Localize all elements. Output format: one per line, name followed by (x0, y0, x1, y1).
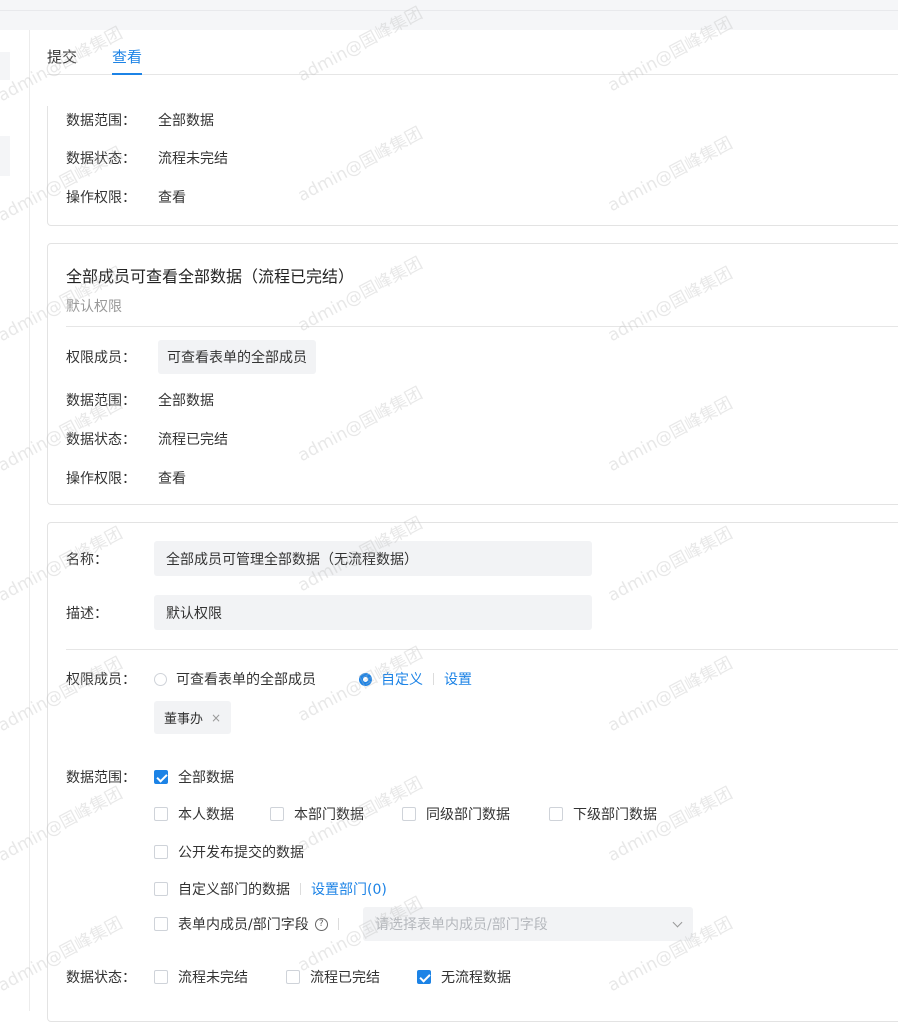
left-panel-item[interactable] (0, 136, 10, 176)
scope-self-checkbox[interactable]: 本人数据 (154, 804, 234, 824)
checkbox-icon (286, 970, 300, 984)
field-value: 流程未完结 (158, 151, 228, 167)
select-placeholder: 请选择表单内成员/部门字段 (375, 917, 548, 933)
scope-field-checkbox[interactable]: 表单内成员/部门字段 ? (154, 914, 349, 934)
field-label: 操作权限： (66, 471, 136, 487)
checkbox-icon (549, 807, 563, 821)
members-set-link[interactable]: 设置 (444, 669, 472, 689)
members-chip: 可查看表单的全部成员 (158, 340, 316, 374)
radio-icon (154, 672, 167, 686)
status-finished-checkbox[interactable]: 流程已完结 (286, 967, 380, 987)
card-divider (66, 649, 898, 650)
field-label: 名称： (66, 552, 108, 568)
chevron-down-icon (672, 917, 683, 927)
top-divider (0, 10, 898, 11)
scope-label-row: 数据范围： (66, 767, 158, 787)
desc-label-row: 描述： (66, 603, 158, 623)
card-subtitle: 默认权限 (66, 299, 122, 315)
radio-label: 可查看表单的全部成员 (176, 672, 316, 688)
name-label-row: 名称： (66, 549, 158, 569)
members-radio-custom[interactable]: 自定义 设置 (359, 669, 472, 689)
checkbox-label: 公开发布提交的数据 (178, 845, 304, 861)
scope-peer-checkbox[interactable]: 同级部门数据 (402, 804, 510, 824)
members-radio-all[interactable]: 可查看表单的全部成员 (154, 669, 316, 689)
separator (337, 918, 339, 930)
field-label: 描述： (66, 606, 108, 622)
field-label: 数据范围： (66, 113, 136, 129)
field-label: 数据状态： (66, 151, 136, 167)
checkbox-icon (154, 807, 168, 821)
left-panel-item[interactable] (0, 52, 10, 80)
permission-card-view-finished: 全部成员可查看全部数据（流程已完结） 默认权限 权限成员： 可查看表单的全部成员… (47, 243, 898, 505)
field-label: 数据状态： (66, 970, 136, 986)
tab-bar: 提交 查看 (47, 30, 898, 75)
checkbox-icon (154, 845, 168, 859)
left-panel (0, 30, 30, 1011)
scope-dept-checkbox[interactable]: 本部门数据 (270, 804, 364, 824)
checkbox-label: 同级部门数据 (426, 807, 510, 823)
scope-sub-checkbox[interactable]: 下级部门数据 (549, 804, 657, 824)
status-unfinished-checkbox[interactable]: 流程未完结 (154, 967, 248, 987)
field-value: 全部数据 (158, 393, 214, 409)
radio-label: 自定义 (381, 672, 423, 688)
checkbox-icon (402, 807, 416, 821)
card-title: 全部成员可查看全部数据（流程已完结） (66, 267, 355, 286)
card-divider (66, 326, 898, 327)
permission-card-view-unfinished: 数据范围： 全部数据 数据状态： 流程未完结 操作权限： 查看 (47, 106, 898, 226)
operation-row: 操作权限： 查看 (66, 468, 186, 488)
tab-submit[interactable]: 提交 (47, 46, 77, 73)
permission-card-edit: 名称： 全部成员可管理全部数据（无流程数据） 描述： 默认权限 权限成员： 可查… (47, 522, 898, 1022)
top-strip (0, 0, 898, 30)
status-label-row: 数据状态： (66, 967, 158, 987)
field-label: 数据状态： (66, 432, 136, 448)
checkbox-label: 无流程数据 (441, 970, 511, 986)
scope-row: 数据范围： 全部数据 (66, 390, 214, 410)
scope-all-checkbox[interactable]: 全部数据 (154, 767, 234, 787)
checkbox-icon (154, 882, 168, 896)
members-label-row: 权限成员： (66, 669, 158, 689)
checkbox-label: 本部门数据 (294, 807, 364, 823)
field-label: 操作权限： (66, 190, 136, 206)
checkbox-icon (154, 970, 168, 984)
status-row: 数据状态： 流程已完结 (66, 429, 228, 449)
field-select[interactable]: 请选择表单内成员/部门字段 (363, 907, 693, 941)
checkbox-label: 表单内成员/部门字段 (178, 917, 309, 933)
member-tag: 董事办 × (154, 701, 232, 734)
field-label: 权限成员： (66, 672, 136, 688)
member-tag-label: 董事办 (164, 712, 204, 727)
separator (300, 883, 301, 895)
status-noflow-checkbox[interactable]: 无流程数据 (417, 967, 511, 987)
checkbox-icon (270, 807, 284, 821)
set-dept-link[interactable]: 设置部门(0) (311, 879, 387, 899)
checkbox-checked-icon (154, 770, 168, 784)
checkbox-label: 下级部门数据 (573, 807, 657, 823)
members-row: 权限成员： 可查看表单的全部成员 (66, 340, 316, 374)
status-row: 数据状态： 流程未完结 (66, 148, 228, 168)
field-value: 查看 (158, 190, 186, 206)
scope-row: 数据范围： 全部数据 (66, 110, 214, 130)
checkbox-checked-icon (417, 970, 431, 984)
operation-row: 操作权限： 查看 (66, 187, 186, 207)
scope-custom-dept-checkbox[interactable]: 自定义部门的数据 设置部门(0) (154, 879, 387, 899)
field-value: 全部数据 (158, 113, 214, 129)
field-value: 查看 (158, 471, 186, 487)
separator (433, 673, 434, 685)
field-label: 权限成员： (66, 350, 136, 366)
checkbox-label: 自定义部门的数据 (178, 882, 290, 898)
checkbox-icon (154, 917, 168, 931)
field-value: 流程已完结 (158, 432, 228, 448)
help-icon[interactable]: ? (314, 917, 328, 931)
description-input[interactable]: 默认权限 (154, 595, 592, 630)
checkbox-label: 全部数据 (178, 770, 234, 786)
checkbox-label: 本人数据 (178, 807, 234, 823)
name-input[interactable]: 全部成员可管理全部数据（无流程数据） (154, 541, 592, 576)
field-label: 数据范围： (66, 393, 136, 409)
checkbox-label: 流程已完结 (310, 970, 380, 986)
radio-icon (359, 672, 372, 686)
checkbox-label: 流程未完结 (178, 970, 248, 986)
scope-public-checkbox[interactable]: 公开发布提交的数据 (154, 842, 304, 862)
close-icon[interactable]: × (211, 711, 221, 725)
field-label: 数据范围： (66, 770, 136, 786)
tab-view[interactable]: 查看 (112, 46, 143, 75)
